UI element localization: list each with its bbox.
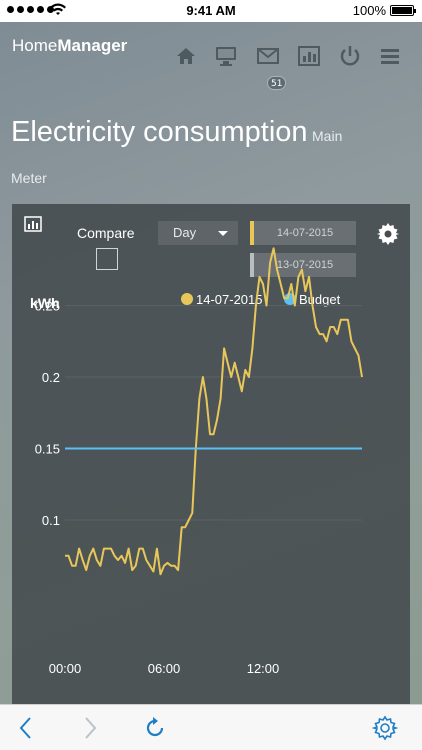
y-tick-label: 0.25 <box>35 299 60 314</box>
brand-logo[interactable]: HomeManager <box>12 36 127 56</box>
chart-panel: Compare Day 14-07-2015 13-07-2015 kWh 14… <box>12 204 410 704</box>
settings-icon[interactable] <box>372 715 398 741</box>
page-title: Electricity consumption Main <box>11 116 342 149</box>
y-axis-ticks: 0.1 0.15 0.2 0.25 <box>35 299 60 529</box>
x-axis-ticks: 00:00 06:00 12:00 <box>49 661 280 676</box>
chart-grid <box>65 305 362 521</box>
power-icon[interactable] <box>338 44 362 68</box>
mail-icon[interactable] <box>256 44 280 68</box>
brand-bold: Manager <box>57 36 128 55</box>
page-subtitle-meter: Meter <box>11 170 47 186</box>
browser-toolbar <box>0 704 422 750</box>
x-tick-label: 12:00 <box>247 661 280 676</box>
status-bar: 9:41 AM 100% <box>0 0 422 22</box>
home-icon[interactable] <box>174 44 198 68</box>
menu-icon[interactable] <box>378 44 402 68</box>
x-tick-label: 00:00 <box>49 661 82 676</box>
y-tick-label: 0.1 <box>42 513 60 528</box>
monitor-icon[interactable] <box>214 44 238 68</box>
y-tick-label: 0.15 <box>35 442 60 457</box>
mail-count-badge: 51 <box>267 76 287 90</box>
chart-icon[interactable] <box>297 44 321 68</box>
battery-icon <box>390 5 416 16</box>
back-icon[interactable] <box>14 715 40 741</box>
legend-label[interactable]: 14-07-2015 <box>196 292 263 307</box>
chart-legend: 14-07-2015 Budget <box>181 292 341 307</box>
y-tick-label: 0.2 <box>42 370 60 385</box>
x-tick-label: 06:00 <box>148 661 181 676</box>
forward-icon[interactable] <box>76 715 102 741</box>
consumption-chart: kWh 14-07-2015 Budget 0.10.150.20.25 00:0… <box>30 247 363 676</box>
legend-marker <box>181 293 193 305</box>
app-header: HomeManager 51 <box>0 22 422 90</box>
battery-percent: 100% <box>352 3 386 18</box>
legend-label[interactable]: Budget <box>299 292 341 307</box>
page-subtitle-main: Main <box>312 128 343 144</box>
page-title-main: Electricity consumption <box>11 116 308 148</box>
reload-icon[interactable] <box>142 715 168 741</box>
brand-light: Home <box>12 36 58 55</box>
